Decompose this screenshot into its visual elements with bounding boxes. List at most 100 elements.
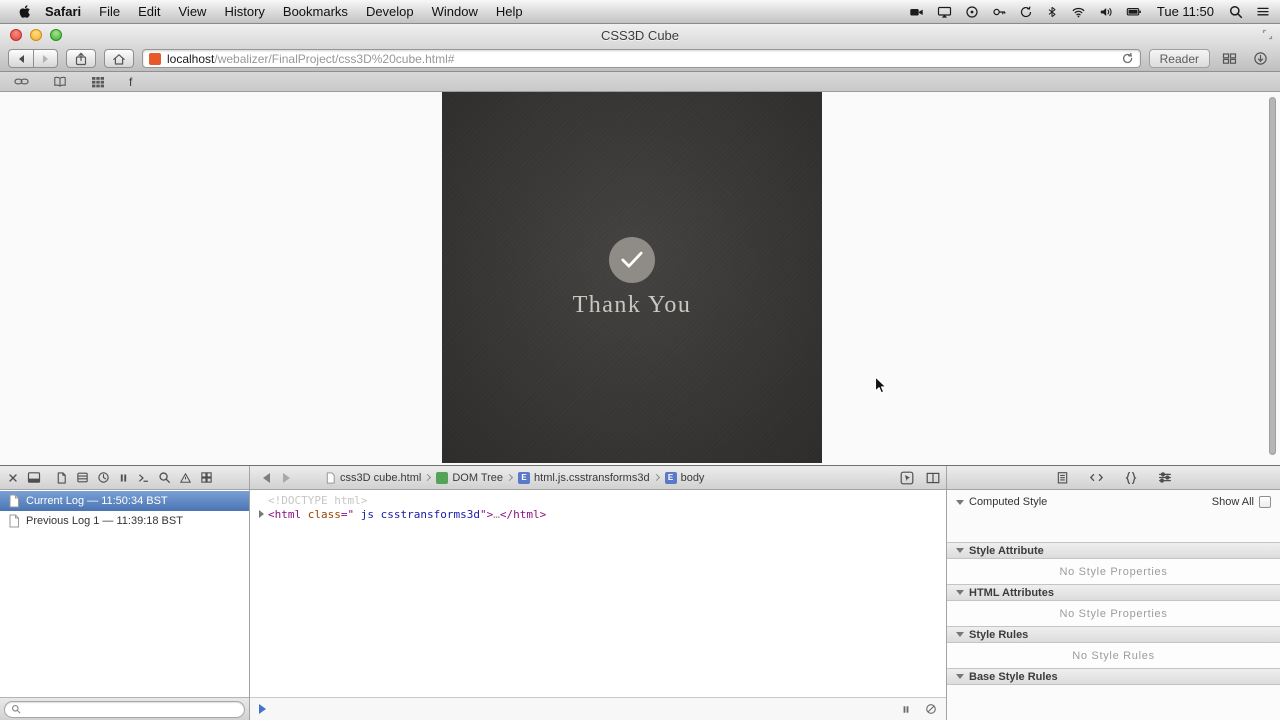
reload-icon[interactable] [1121,52,1134,65]
breadcrumb-body-node[interactable]: E body [664,471,705,484]
inspect-element-icon[interactable] [900,471,914,485]
section-style-rules[interactable]: Style Rules [947,626,1280,643]
log-item-previous[interactable]: Previous Log 1 — 11:39:18 BST [0,511,249,531]
menu-bar-clock[interactable]: Tue 11:50 [1157,4,1214,19]
menu-history[interactable]: History [224,4,264,19]
disclosure-down-icon[interactable] [956,674,964,679]
show-all-checkbox[interactable] [1259,496,1271,508]
filter-input[interactable] [4,700,245,718]
metrics-icon[interactable] [1158,471,1172,484]
reader-button[interactable]: Reader [1148,49,1210,68]
disclosure-down-icon[interactable] [956,548,964,553]
computed-style-content [947,511,1280,542]
keychain-icon[interactable] [992,5,1006,19]
storage-icon[interactable] [76,471,89,484]
braces-icon[interactable] [1124,471,1138,485]
split-view-icon[interactable] [926,472,940,484]
style-details-panel: Computed Style Show All Style Attribute … [946,490,1280,720]
battery-icon[interactable] [1126,5,1142,18]
crumb-back-icon[interactable] [256,472,276,483]
document-icon [8,494,20,508]
page-scrollbar[interactable] [1269,97,1276,455]
bluetooth-icon[interactable] [1046,5,1058,19]
section-style-attribute[interactable]: Style Attribute [947,542,1280,559]
airplay-icon[interactable] [937,5,952,19]
clear-console-icon[interactable] [925,703,937,715]
breadcrumb-label: body [680,471,705,484]
log-label: Previous Log 1 — 11:39:18 BST [26,515,183,527]
code-icon[interactable] [1089,471,1104,484]
debugger-icon[interactable] [118,472,129,484]
screen-recording-icon[interactable] [909,5,924,19]
menu-view[interactable]: View [179,4,207,19]
computed-style-row[interactable]: Computed Style Show All [947,493,1280,511]
wifi-icon[interactable] [1071,5,1086,18]
crumb-forward-icon[interactable] [276,472,296,483]
issues-icon[interactable] [179,472,192,484]
sync-icon[interactable] [1019,5,1033,19]
breadcrumb-dom-tree[interactable]: DOM Tree [436,471,503,484]
dock-to-bottom-icon[interactable] [27,471,41,484]
bookmark-item-f[interactable]: f [129,75,132,89]
history-nav-group [8,49,58,68]
breadcrumb: css3D cube.html DOM Tree E html.js.csstr… [324,471,705,484]
style-document-icon[interactable] [1056,471,1069,485]
show-all-tabs-icon[interactable] [1218,52,1241,65]
timelines-icon[interactable] [97,471,110,484]
menu-bookmarks[interactable]: Bookmarks [283,4,348,19]
console-actions [901,703,937,715]
section-title: Base Style Rules [969,670,1058,683]
breadcrumb-html-node[interactable]: E html.js.csstransforms3d [518,471,650,484]
breadcrumb-label: html.js.csstransforms3d [534,471,650,484]
console-prompt-icon[interactable] [259,704,266,714]
home-button[interactable] [104,49,134,68]
pause-icon[interactable] [901,704,911,715]
address-bar[interactable]: localhost/webalizer/FinalProject/css3D%2… [142,49,1141,68]
disclosure-triangle-icon[interactable] [259,510,264,519]
menu-edit[interactable]: Edit [138,4,160,19]
resources-icon[interactable] [55,471,68,485]
notification-center-icon[interactable] [1256,5,1270,18]
menu-file[interactable]: File [99,4,120,19]
disclosure-down-icon[interactable] [956,499,964,505]
downloads-icon[interactable] [1249,51,1272,66]
html-node-line[interactable]: <html class =" js csstransforms3d ">… </htm… [259,508,946,522]
menu-window[interactable]: Window [432,4,478,19]
browser-toolbar: localhost/webalizer/FinalProject/css3D%2… [0,46,1280,72]
minimize-window-button[interactable] [30,29,42,41]
section-html-attributes[interactable]: HTML Attributes [947,584,1280,601]
zoom-window-button[interactable] [50,29,62,41]
apple-menu-icon[interactable] [18,4,31,19]
volume-icon[interactable] [1099,5,1113,19]
breadcrumb-bar: css3D cube.html DOM Tree E html.js.csstr… [250,466,946,489]
app-status-icon[interactable] [965,5,979,19]
layout-icon[interactable] [200,471,213,484]
log-item-current[interactable]: Current Log — 11:50:34 BST [0,491,249,511]
disclosure-down-icon[interactable] [956,632,964,637]
link-icon[interactable] [14,75,29,88]
section-base-style-rules[interactable]: Base Style Rules [947,668,1280,685]
search-icon[interactable] [158,471,171,484]
forward-button[interactable] [33,49,58,68]
show-all-label: Show All [1211,496,1254,508]
disclosure-down-icon[interactable] [956,590,964,595]
reading-list-icon[interactable] [53,75,67,88]
close-inspector-icon[interactable] [7,472,19,484]
dom-panel-actions [900,471,940,485]
spotlight-icon[interactable] [1229,5,1243,19]
window-title-bar[interactable]: CSS3D Cube [0,24,1280,46]
menu-help[interactable]: Help [496,4,523,19]
menu-develop[interactable]: Develop [366,4,414,19]
console-prompt-bar[interactable] [250,697,946,720]
breadcrumb-file[interactable]: css3D cube.html [324,472,421,484]
share-button[interactable] [66,49,96,68]
fullscreen-icon[interactable] [1262,29,1273,40]
menu-app-name[interactable]: Safari [45,4,81,19]
console-icon[interactable] [137,472,150,484]
web-inspector: css3D cube.html DOM Tree E html.js.csstr… [0,465,1280,720]
back-button[interactable] [8,49,33,68]
file-icon [324,472,336,484]
close-window-button[interactable] [10,29,22,41]
dom-token: </html> [499,507,547,521]
top-sites-icon[interactable] [91,76,105,88]
